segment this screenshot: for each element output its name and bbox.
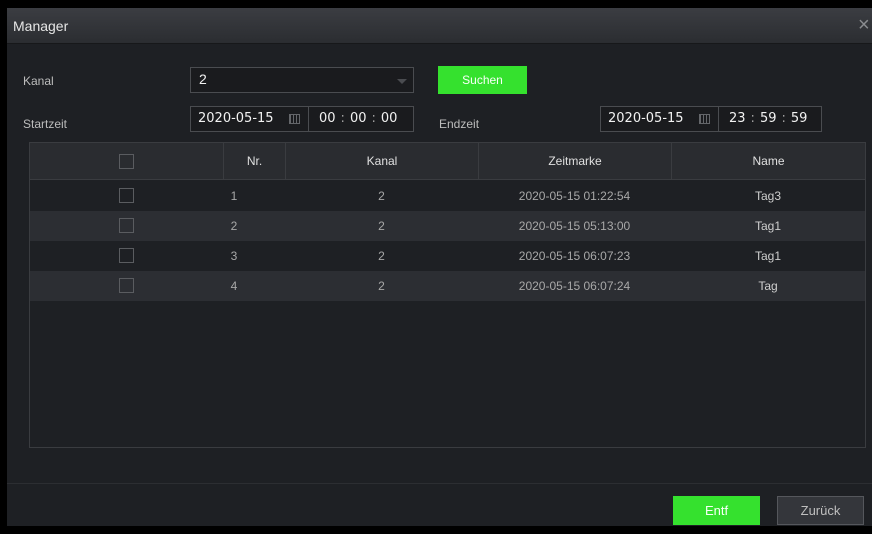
calendar-icon[interactable] [289, 114, 300, 124]
row-name: Tag1 [754, 219, 782, 233]
table-row[interactable]: 2 2 2020-05-15 05:13:00 Tag1 [30, 211, 865, 241]
table-row[interactable]: 3 2 2020-05-15 06:07:23 Tag1 [30, 241, 865, 271]
row-nr: 4 [230, 279, 238, 293]
table-header: Nr. Kanal Zeitmarke Name [30, 143, 865, 180]
title-bar: Manager × [7, 8, 872, 44]
row-channel: 2 [378, 189, 385, 203]
header-nr[interactable]: Nr. [223, 143, 285, 180]
start-time-input[interactable]: 00:00:00 [308, 106, 414, 132]
row-channel: 2 [378, 249, 385, 263]
end-hour[interactable]: 23 [729, 107, 746, 131]
row-timestamp: 2020-05-15 01:22:54 [518, 189, 631, 203]
row-checkbox[interactable] [119, 248, 134, 263]
tag-table: Nr. Kanal Zeitmarke Name 1 2 2020-05-15 … [29, 142, 866, 448]
start-hour[interactable]: 00 [319, 107, 336, 131]
start-minute[interactable]: 00 [350, 107, 367, 131]
dialog-footer: Entf Zurück [7, 483, 872, 526]
start-second[interactable]: 00 [381, 107, 398, 131]
calendar-icon[interactable] [699, 114, 710, 124]
row-checkbox[interactable] [119, 278, 134, 293]
row-channel: 2 [378, 219, 385, 233]
row-nr: 1 [230, 189, 238, 203]
end-time-label: Endzeit [439, 117, 480, 131]
delete-button[interactable]: Entf [673, 496, 760, 525]
window-frame: Manager × Kanal 2 Suchen Startzeit 2020-… [0, 0, 872, 534]
table-row[interactable]: 1 2 2020-05-15 01:22:54 Tag3 [30, 181, 865, 211]
row-timestamp: 2020-05-15 06:07:23 [518, 249, 631, 263]
table-row[interactable]: 4 2 2020-05-15 06:07:24 Tag [30, 271, 865, 301]
row-nr: 2 [230, 219, 238, 233]
search-button[interactable]: Suchen [438, 66, 527, 94]
header-name[interactable]: Name [671, 143, 865, 180]
row-channel: 2 [378, 279, 385, 293]
header-timestamp[interactable]: Zeitmarke [478, 143, 671, 180]
header-channel[interactable]: Kanal [285, 143, 478, 180]
channel-select[interactable]: 2 [190, 67, 414, 93]
select-all-checkbox[interactable] [119, 154, 134, 169]
row-nr: 3 [230, 249, 238, 263]
channel-select-value: 2 [199, 71, 207, 87]
row-timestamp: 2020-05-15 06:07:24 [518, 279, 631, 293]
end-date-input[interactable]: 2020-05-15 [600, 106, 719, 132]
start-date-input[interactable]: 2020-05-15 [190, 106, 309, 132]
row-checkbox[interactable] [119, 188, 134, 203]
dialog-title: Manager [13, 18, 69, 34]
row-timestamp: 2020-05-15 05:13:00 [518, 219, 631, 233]
end-minute[interactable]: 59 [760, 107, 777, 131]
end-second[interactable]: 59 [791, 107, 808, 131]
end-date-value: 2020-05-15 [608, 111, 684, 126]
row-name: Tag [758, 279, 778, 293]
row-name: Tag1 [754, 249, 782, 263]
end-time-input[interactable]: 23:59:59 [718, 106, 822, 132]
row-name: Tag3 [754, 189, 782, 203]
close-icon[interactable]: × [858, 14, 872, 36]
start-date-value: 2020-05-15 [198, 111, 274, 126]
back-button[interactable]: Zurück [777, 496, 864, 525]
chevron-down-icon [397, 79, 407, 84]
start-time-label: Startzeit [23, 117, 68, 131]
channel-label: Kanal [23, 74, 54, 88]
manager-dialog: Manager × Kanal 2 Suchen Startzeit 2020-… [7, 8, 872, 526]
row-checkbox[interactable] [119, 218, 134, 233]
